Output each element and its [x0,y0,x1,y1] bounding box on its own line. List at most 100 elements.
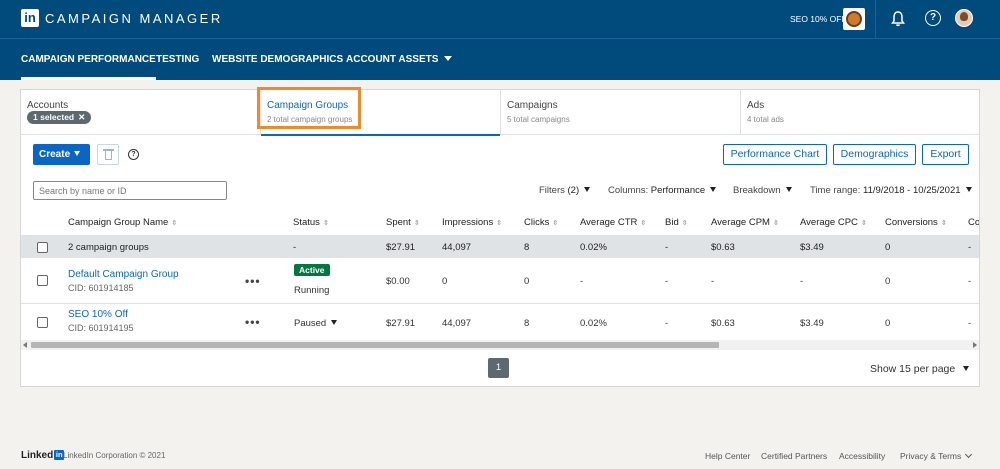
campaign-group-link[interactable]: Default Campaign Group [68,269,179,280]
columns-dropdown[interactable]: Columns: Performance [608,185,717,196]
horizontal-scrollbar[interactable] [21,340,979,350]
status-dropdown[interactable]: Paused [294,318,338,329]
tab-campaigns[interactable]: Campaigns 5 total campaigns [501,90,741,135]
status-text: Paused [294,318,327,329]
breakdown-dropdown[interactable]: Breakdown [733,185,792,196]
column-header-label: Clicks [524,217,550,228]
column-header-cpm[interactable]: Average CPM ⇳ [711,217,779,228]
close-icon[interactable]: ✕ [78,112,85,122]
help-icon[interactable]: ? [925,10,941,26]
create-button[interactable]: Create [33,144,90,165]
column-header-conversions[interactable]: Conversions ⇳ [885,217,947,228]
cell-clicks: 8 [524,318,530,329]
caret-down-icon [584,187,591,192]
campaign-groups-table: Campaign Group Name ⇳ Status ⇳ Spent ⇳ Impr… [21,208,979,340]
bell-icon[interactable] [890,10,906,28]
cell-impressions: 0 [442,276,448,287]
chevron-down-icon [965,450,973,459]
footer-link-help-center[interactable]: Help Center [705,451,750,461]
tab-ads[interactable]: Ads 4 total ads [741,90,979,135]
tab-campaign-groups[interactable]: Campaign Groups 2 total campaign groups [261,90,501,136]
selection-chip[interactable]: 1 selected ✕ [27,111,92,124]
column-header-bid[interactable]: Bid ⇳ [665,217,688,228]
more-options-icon[interactable]: ••• [245,274,261,288]
sort-icon: ⇳ [496,220,503,227]
demographics-button[interactable]: Demographics [833,144,916,165]
cell-conversions: 0 [885,318,891,329]
nav-account-assets-label: ACCOUNT ASSETS [346,54,439,65]
cell-cpc: $3.49 [800,318,824,329]
summary-clicks: 8 [524,242,530,253]
footer-link-accessibility[interactable]: Accessibility [839,451,885,461]
footer-link-privacy-terms[interactable]: Privacy & Terms [900,450,973,461]
main-nav: CAMPAIGN PERFORMANCE TESTING WEBSITE DEM… [0,38,1000,80]
filters-count: (2) [567,185,580,196]
tab-title: Accounts [27,100,69,111]
column-header-cpc[interactable]: Average CPC ⇳ [800,217,867,228]
tab-subtitle: 5 total campaigns [507,115,570,124]
nav-account-assets[interactable]: ACCOUNT ASSETS [346,54,453,65]
row-checkbox[interactable] [37,317,48,328]
footer-logo[interactable]: Linked in [21,450,65,461]
nav-campaign-performance[interactable]: CAMPAIGN PERFORMANCE [21,54,156,80]
summary-name: 2 campaign groups [68,242,149,253]
account-logo-icon [846,11,862,27]
cell-co: - [968,318,972,329]
sort-icon: ⇳ [681,220,688,227]
page-1-button[interactable]: 1 [488,358,509,378]
scroll-thumb[interactable] [31,342,719,348]
cell-clicks: 0 [524,276,530,287]
column-header-status[interactable]: Status ⇳ [293,217,329,228]
cell-ctr: 0.02% [580,318,607,329]
search-input[interactable] [33,181,227,200]
status-badge: Active [294,264,330,276]
entity-tabs: Accounts 1 selected ✕ Campaign Groups 2 t… [21,87,979,136]
footer-link-certified-partners[interactable]: Certified Partners [761,451,827,461]
scroll-right-icon[interactable] [973,342,977,348]
help-icon[interactable]: ? [128,149,139,160]
per-page-dropdown[interactable]: Show 15 per page [870,363,970,375]
column-header-ctr[interactable]: Average CTR ⇳ [580,217,646,228]
tab-title: Campaigns [507,100,558,111]
account-name[interactable]: SEO 10% OFF [790,14,847,24]
per-page-label: Show 15 per page [870,363,956,375]
summary-conversions: 0 [885,242,891,253]
column-header-clicks[interactable]: Clicks ⇳ [524,217,558,228]
summary-bid: - [665,242,669,253]
status-text: Running [294,285,330,296]
filters-dropdown[interactable]: Filters (2) [539,185,591,196]
sort-icon: ⇳ [413,220,420,227]
nav-website-demographics[interactable]: WEBSITE DEMOGRAPHICS [212,54,343,65]
column-header-name[interactable]: Campaign Group Name ⇳ [68,217,177,228]
campaign-group-cid: CID: 601914185 [68,283,134,293]
column-header-spent[interactable]: Spent ⇳ [386,217,420,228]
nav-testing[interactable]: TESTING [156,54,199,65]
sort-icon: ⇳ [322,220,329,227]
time-range-dropdown[interactable]: Time range: 11/9/2018 - 10/25/2021 [810,185,972,196]
tab-title: Campaign Groups [267,100,349,111]
tab-subtitle: 2 total campaign groups [267,115,353,124]
sort-icon: ⇳ [940,220,947,227]
caret-down-icon [963,366,970,371]
tab-accounts[interactable]: Accounts 1 selected ✕ [21,90,261,135]
column-header-co[interactable]: Co [968,217,979,228]
summary-row: 2 campaign groups - $27.91 44,097 8 0.02… [21,236,979,258]
avatar[interactable] [955,9,973,27]
sort-icon: ⇳ [772,220,779,227]
more-options-icon[interactable]: ••• [245,315,261,329]
footer: Linked in LinkedIn Corporation © 2021 Hel… [0,436,1000,469]
summary-ctr: 0.02% [580,242,607,253]
select-all-checkbox[interactable] [37,242,48,253]
breakdown-label: Breakdown [733,185,781,196]
campaign-group-link[interactable]: SEO 10% Off [68,309,128,320]
performance-chart-button[interactable]: Performance Chart [723,144,827,165]
cell-conversions: 0 [885,276,891,287]
scroll-left-icon[interactable] [23,342,27,348]
chevron-down-icon [444,56,453,61]
account-thumbnail[interactable] [843,8,865,30]
export-button[interactable]: Export [922,144,969,165]
linkedin-logo[interactable]: in [21,9,39,27]
delete-button[interactable] [97,144,119,165]
row-checkbox[interactable] [37,275,48,286]
column-header-impressions[interactable]: Impressions ⇳ [442,217,502,228]
